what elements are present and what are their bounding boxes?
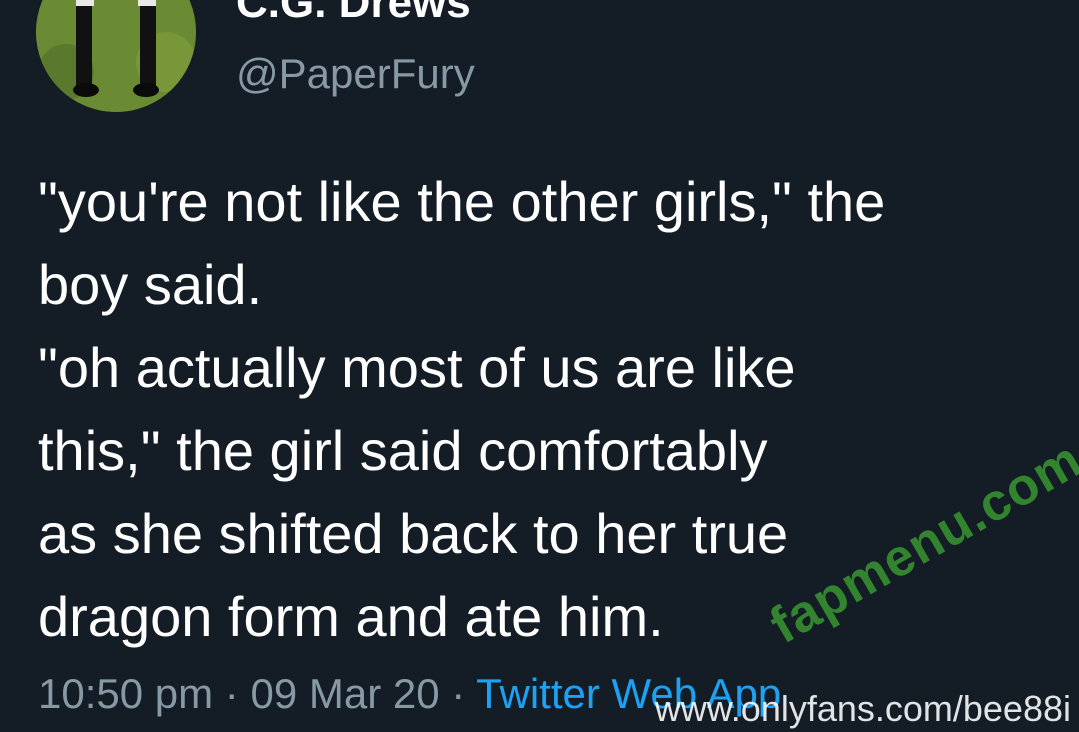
tweet-text-line: boy said. [38, 253, 263, 316]
tweet-text-line: this," the girl said comfortably [38, 419, 768, 482]
tweet-text-line: "you're not like the other girls," the [38, 170, 886, 233]
tweet-text-line: "oh actually most of us are like [38, 336, 796, 399]
user-handle[interactable]: @PaperFury [236, 50, 475, 98]
meta-separator: · [451, 670, 466, 717]
avatar-image [36, 0, 196, 112]
avatar[interactable] [36, 0, 196, 112]
tweet-date[interactable]: 09 Mar 20 [250, 670, 439, 717]
tweet-time[interactable]: 10:50 pm [38, 670, 213, 717]
display-name[interactable]: C.G. Drews [236, 0, 471, 28]
watermark-url: www.onlyfans.com/bee88i [654, 688, 1071, 729]
tweet-card: C.G. Drews @PaperFury "you're not like t… [0, 0, 1079, 732]
meta-separator: · [224, 670, 239, 717]
